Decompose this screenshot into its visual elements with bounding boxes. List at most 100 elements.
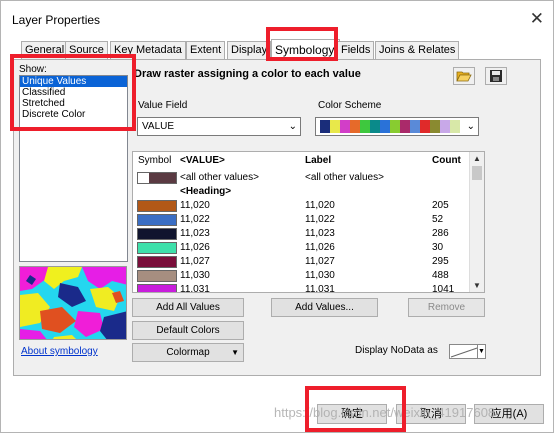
nodata-label: Display NoData as: [355, 345, 438, 356]
row-value: 11,031: [180, 284, 210, 293]
color-ramp-swatch: [400, 120, 410, 133]
heading-label: <Heading>: [180, 186, 232, 197]
window-title: Layer Properties: [12, 13, 101, 27]
table-header: Symbol <VALUE> Label Count: [133, 152, 470, 168]
tab-joins-relates[interactable]: Joins & Relates: [375, 41, 460, 59]
values-table: Symbol <VALUE> Label Count <all other va…: [132, 151, 485, 293]
table-row[interactable]: 11,026 11,026 30: [133, 241, 470, 255]
color-ramp-swatch: [420, 120, 430, 133]
table-heading-row: <Heading>: [133, 185, 470, 199]
renderer-description: Draw raster assigning a color to each va…: [134, 68, 361, 80]
color-ramp-swatch: [320, 120, 330, 133]
color-ramp-swatch: [440, 120, 450, 133]
save-button[interactable]: [485, 67, 507, 85]
highlight-show-list: [10, 54, 136, 131]
folder-open-icon: [456, 71, 472, 82]
row-label: 11,023: [305, 228, 335, 239]
table-row-other[interactable]: <all other values> <all other values>: [133, 171, 470, 185]
header-label[interactable]: Label: [305, 155, 331, 166]
value-field-label: Value Field: [138, 100, 188, 111]
row-value: 11,022: [180, 214, 210, 225]
scroll-thumb[interactable]: [472, 166, 482, 180]
table-row[interactable]: 11,022 11,022 52: [133, 213, 470, 227]
row-count: 205: [432, 200, 449, 211]
value-field-select[interactable]: VALUE ⌄: [137, 117, 301, 136]
row-label: 11,030: [305, 270, 335, 281]
table-scrollbar[interactable]: ▲ ▼: [469, 152, 484, 292]
header-count[interactable]: Count: [432, 155, 461, 166]
scroll-up-icon[interactable]: ▲: [473, 154, 481, 163]
scroll-down-icon[interactable]: ▼: [473, 281, 481, 290]
color-ramp-swatch: [370, 120, 380, 133]
remove-button[interactable]: Remove: [408, 298, 485, 317]
color-ramp-swatch: [350, 120, 360, 133]
color-ramp-swatch: [410, 120, 420, 133]
save-icon: [490, 70, 502, 82]
symbol-swatch[interactable]: [137, 256, 177, 268]
layer-properties-dialog: Layer Properties ✕ General Source Key Me…: [0, 0, 554, 433]
color-ramp-swatch: [390, 120, 400, 133]
tab-display[interactable]: Display: [227, 41, 272, 59]
symbol-swatch[interactable]: [137, 228, 177, 240]
table-row[interactable]: 11,027 11,027 295: [133, 255, 470, 269]
add-all-values-button[interactable]: Add All Values: [132, 298, 244, 317]
colormap-button[interactable]: Colormap ▼: [132, 343, 244, 362]
row-label: 11,026: [305, 242, 335, 253]
color-ramp-swatch: [380, 120, 390, 133]
chevron-down-icon: ⌄: [288, 121, 297, 132]
table-row[interactable]: 11,020 11,020 205: [133, 199, 470, 213]
highlight-symbology-tab: [266, 27, 338, 61]
row-value: <all other values>: [180, 172, 259, 183]
color-ramp-swatch: [430, 120, 440, 133]
default-colors-button[interactable]: Default Colors: [132, 321, 244, 340]
color-ramp-swatch: [360, 120, 370, 133]
row-value: 11,030: [180, 270, 210, 281]
color-scheme-label: Color Scheme: [318, 100, 382, 111]
row-count: 295: [432, 256, 449, 267]
about-symbology-link[interactable]: About symbology: [21, 346, 98, 357]
row-value: 11,020: [180, 200, 210, 211]
symbology-preview-image: [19, 266, 127, 340]
tab-fields[interactable]: Fields: [337, 41, 375, 59]
dropdown-arrow-icon: ▼: [231, 348, 239, 357]
symbol-swatch[interactable]: [137, 284, 177, 292]
row-value: 11,027: [180, 256, 210, 267]
symbol-swatch[interactable]: [137, 270, 177, 282]
table-row[interactable]: 11,031 11,031 1041: [133, 283, 470, 293]
open-button[interactable]: [453, 67, 475, 85]
table-row[interactable]: 11,023 11,023 286: [133, 227, 470, 241]
header-value[interactable]: <VALUE>: [180, 155, 225, 166]
row-label: 11,027: [305, 256, 335, 267]
color-ramp-swatch: [330, 120, 340, 133]
row-value: 11,023: [180, 228, 210, 239]
symbol-swatch[interactable]: [137, 214, 177, 226]
table-row[interactable]: 11,030 11,030 488: [133, 269, 470, 283]
other-swatch-a: [138, 173, 149, 183]
add-values-button[interactable]: Add Values...: [271, 298, 378, 317]
row-value: 11,026: [180, 242, 210, 253]
preview-map: [20, 267, 126, 339]
color-ramp-swatch: [450, 120, 460, 133]
chevron-down-icon: ⌄: [466, 121, 475, 132]
row-label: 11,031: [305, 284, 335, 293]
row-count: 52: [432, 214, 444, 225]
row-label: <all other values>: [305, 172, 384, 183]
symbol-swatch[interactable]: [137, 200, 177, 212]
close-icon[interactable]: ✕: [530, 10, 544, 27]
nodata-dropdown-icon[interactable]: ▼: [477, 344, 486, 359]
symbol-swatch[interactable]: [137, 172, 177, 184]
row-count: 30: [432, 242, 444, 253]
header-symbol[interactable]: Symbol: [138, 155, 171, 166]
color-ramp-swatch: [340, 120, 350, 133]
symbol-swatch[interactable]: [137, 242, 177, 254]
highlight-ok-button: [305, 386, 406, 432]
tab-extent[interactable]: Extent: [186, 41, 226, 59]
row-count: 488: [432, 270, 449, 281]
row-label: 11,022: [305, 214, 335, 225]
other-swatch-b: [149, 173, 176, 183]
color-ramp: [320, 120, 460, 133]
row-count: 286: [432, 228, 449, 239]
row-count: 1041: [432, 284, 455, 293]
colormap-label: Colormap: [166, 347, 210, 358]
row-label: 11,020: [305, 200, 335, 211]
